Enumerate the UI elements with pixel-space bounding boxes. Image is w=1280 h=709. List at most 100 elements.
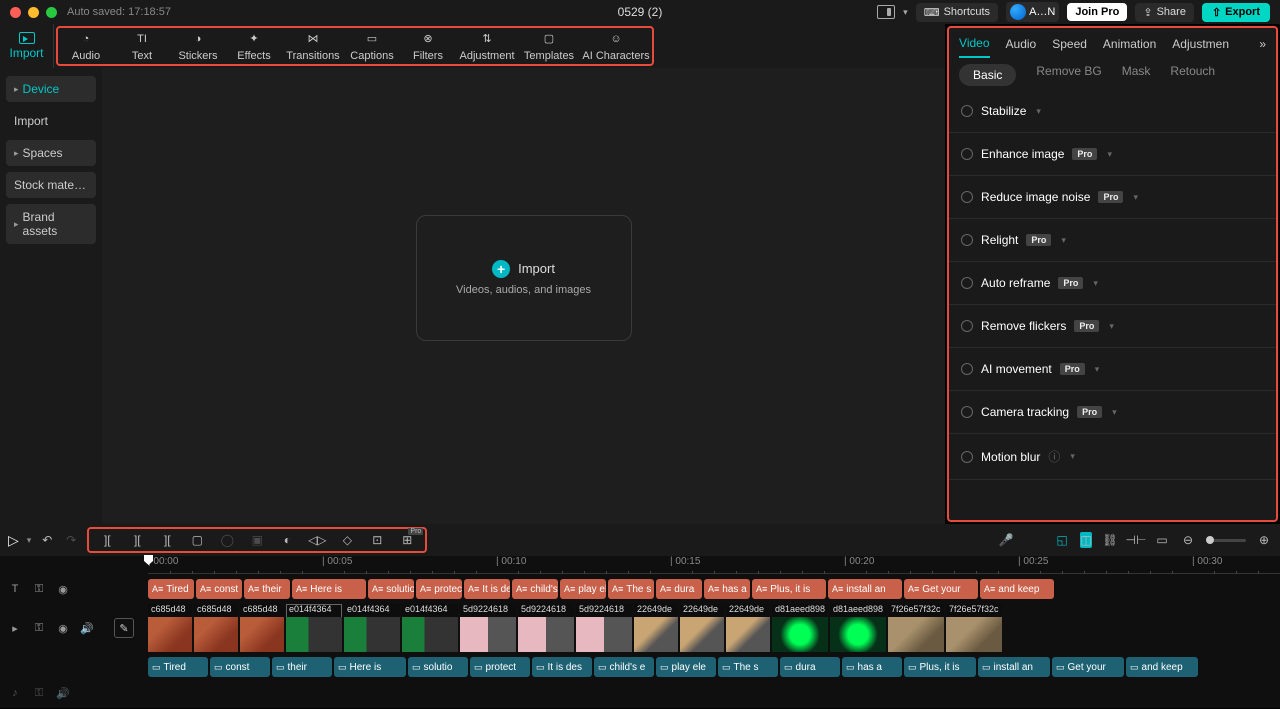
video-clip[interactable]: c685d48 xyxy=(148,604,192,652)
zoom-in-icon[interactable]: ⊕ xyxy=(1256,532,1272,548)
ribbon-captions[interactable]: ▭Captions xyxy=(344,28,400,64)
delete-icon[interactable]: ▢ xyxy=(189,532,205,548)
video-clip[interactable]: 22649de xyxy=(680,604,724,652)
video-clip[interactable]: e014f4364 xyxy=(286,604,342,652)
subtitle-clip[interactable]: ▭Plus, it is xyxy=(904,657,976,677)
subtab-retouch[interactable]: Retouch xyxy=(1170,64,1215,86)
trim-left-icon[interactable]: ]​[ xyxy=(129,532,145,548)
eye-icon[interactable]: ◉ xyxy=(56,583,70,596)
chevron-down-icon[interactable]: ▾ xyxy=(1036,106,1041,117)
subtitle-clip[interactable]: ▭play ele xyxy=(656,657,716,677)
prop-relight[interactable]: RelightPro▾ xyxy=(949,219,1276,262)
prop-motion-blur[interactable]: Motion blurⓘ▾ xyxy=(949,434,1276,480)
video-clip[interactable]: 22649de xyxy=(726,604,770,652)
subtitle-clip[interactable]: ▭child's e xyxy=(594,657,654,677)
chevron-down-icon[interactable]: ▾ xyxy=(1061,235,1066,246)
radio-icon[interactable] xyxy=(961,148,973,160)
speaker-icon[interactable]: 🔊 xyxy=(56,687,70,700)
ribbon-ai-characters[interactable]: ☺AI Characters xyxy=(580,28,652,64)
text-clip[interactable]: A≡install an xyxy=(828,579,902,599)
text-clip[interactable]: A≡const xyxy=(196,579,242,599)
user-menu[interactable]: A…N xyxy=(1006,2,1059,22)
prop-ai-movement[interactable]: AI movementPro▾ xyxy=(949,348,1276,391)
sidebar-item-brand[interactable]: ▸Brand assets xyxy=(6,204,96,244)
text-clip[interactable]: A≡solutio xyxy=(368,579,414,599)
text-clip[interactable]: A≡protec xyxy=(416,579,462,599)
lock-icon[interactable]: ⚿ xyxy=(32,583,46,596)
tab-audio[interactable]: Audio xyxy=(1006,37,1037,51)
subtitle-clip[interactable]: ▭Tired xyxy=(148,657,208,677)
ribbon-templates[interactable]: ▢Templates xyxy=(518,28,580,64)
ribbon-effects[interactable]: ✦Effects xyxy=(226,28,282,64)
track-mode1-icon[interactable]: ◱ xyxy=(1054,532,1070,548)
sidebar-item-spaces[interactable]: ▸Spaces xyxy=(6,140,96,166)
undo-icon[interactable]: ↶ xyxy=(39,532,55,548)
text-clip[interactable]: A≡Plus, it is xyxy=(752,579,826,599)
text-clip[interactable]: A≡dura xyxy=(656,579,702,599)
video-clip[interactable]: 7f26e57f32c xyxy=(946,604,1002,652)
minimize-window-icon[interactable] xyxy=(28,7,39,18)
chevron-down-icon[interactable]: ▾ xyxy=(1095,364,1100,375)
subtitle-clip[interactable]: ▭const xyxy=(210,657,270,677)
text-clip[interactable]: A≡has a xyxy=(704,579,750,599)
sidebar-item-device[interactable]: ▸Device xyxy=(6,76,96,102)
track-mode2-icon[interactable]: ◫ xyxy=(1080,532,1092,548)
video-clip[interactable]: c685d48 xyxy=(240,604,284,652)
chevron-down-icon[interactable]: ▾ xyxy=(1107,149,1112,160)
chevron-down-icon[interactable]: ▾ xyxy=(1112,407,1117,418)
text-clip[interactable]: A≡child's e xyxy=(512,579,558,599)
subtitle-clip[interactable]: ▭and keep xyxy=(1126,657,1198,677)
video-clip[interactable]: c685d48 xyxy=(194,604,238,652)
text-clip[interactable]: A≡It is des xyxy=(464,579,510,599)
ribbon-text[interactable]: TIText xyxy=(114,28,170,64)
radio-icon[interactable] xyxy=(961,105,973,117)
zoom-slider[interactable] xyxy=(1206,539,1246,542)
info-icon[interactable]: ⓘ xyxy=(1048,448,1060,465)
prop-enhance-image[interactable]: Enhance imagePro▾ xyxy=(949,133,1276,176)
redo-icon[interactable]: ↷ xyxy=(63,532,79,548)
radio-icon[interactable] xyxy=(961,191,973,203)
preview-icon[interactable]: ▭ xyxy=(1154,532,1170,548)
video-clip[interactable]: 5d9224618 xyxy=(518,604,574,652)
subtab-removebg[interactable]: Remove BG xyxy=(1036,64,1101,86)
subtitle-clip[interactable]: ▭solutio xyxy=(408,657,468,677)
prop-camera-tracking[interactable]: Camera trackingPro▾ xyxy=(949,391,1276,434)
subtitle-clip[interactable]: ▭dura xyxy=(780,657,840,677)
freeze-icon[interactable]: ▣ xyxy=(249,532,265,548)
prop-auto-reframe[interactable]: Auto reframePro▾ xyxy=(949,262,1276,305)
prop-remove-flickers[interactable]: Remove flickersPro▾ xyxy=(949,305,1276,348)
tab-animation[interactable]: Animation xyxy=(1103,37,1156,51)
drop-zone[interactable]: + Import Videos, audios, and images xyxy=(416,215,632,341)
text-clip[interactable]: A≡Get your xyxy=(904,579,978,599)
select-tool-chevron-icon[interactable]: ▾ xyxy=(27,535,32,546)
text-clip[interactable]: A≡play ele xyxy=(560,579,606,599)
speaker-icon[interactable]: 🔊 xyxy=(80,622,94,635)
rotate-icon[interactable]: ◇ xyxy=(339,532,355,548)
ribbon-transitions[interactable]: ⋈Transitions xyxy=(282,28,344,64)
sidebar-item-stock[interactable]: Stock mate… xyxy=(6,172,96,198)
video-clip[interactable]: 5d9224618 xyxy=(460,604,516,652)
prop-stabilize[interactable]: Stabilize▾ xyxy=(949,90,1276,133)
close-window-icon[interactable] xyxy=(10,7,21,18)
radio-icon[interactable] xyxy=(961,234,973,246)
ribbon-filters[interactable]: ⊗Filters xyxy=(400,28,456,64)
text-clip[interactable]: A≡Here is xyxy=(292,579,366,599)
zoom-handle[interactable] xyxy=(1206,536,1214,544)
video-clip[interactable]: 5d9224618 xyxy=(576,604,632,652)
chevron-down-icon[interactable]: ▾ xyxy=(1070,451,1075,462)
ai-tools-icon[interactable]: ⊞Pro xyxy=(399,532,415,548)
shortcuts-button[interactable]: ⌨Shortcuts xyxy=(916,3,998,22)
subtab-basic[interactable]: Basic xyxy=(959,64,1016,86)
video-clip[interactable]: d81aeed898 xyxy=(772,604,828,652)
text-clip[interactable]: A≡The s xyxy=(608,579,654,599)
lock-icon[interactable]: ⚿ xyxy=(32,687,46,700)
subtab-mask[interactable]: Mask xyxy=(1122,64,1151,86)
subtitle-clip[interactable]: ▭The s xyxy=(718,657,778,677)
snap-icon[interactable]: ⊣⊢ xyxy=(1128,532,1144,548)
tab-video[interactable]: Video xyxy=(959,36,989,58)
text-clip[interactable]: A≡and keep xyxy=(980,579,1054,599)
text-clip[interactable]: A≡Tired xyxy=(148,579,194,599)
tab-speed[interactable]: Speed xyxy=(1052,37,1087,51)
subtitle-clip[interactable]: ▭install an xyxy=(978,657,1050,677)
join-pro-button[interactable]: Join Pro xyxy=(1067,3,1127,21)
